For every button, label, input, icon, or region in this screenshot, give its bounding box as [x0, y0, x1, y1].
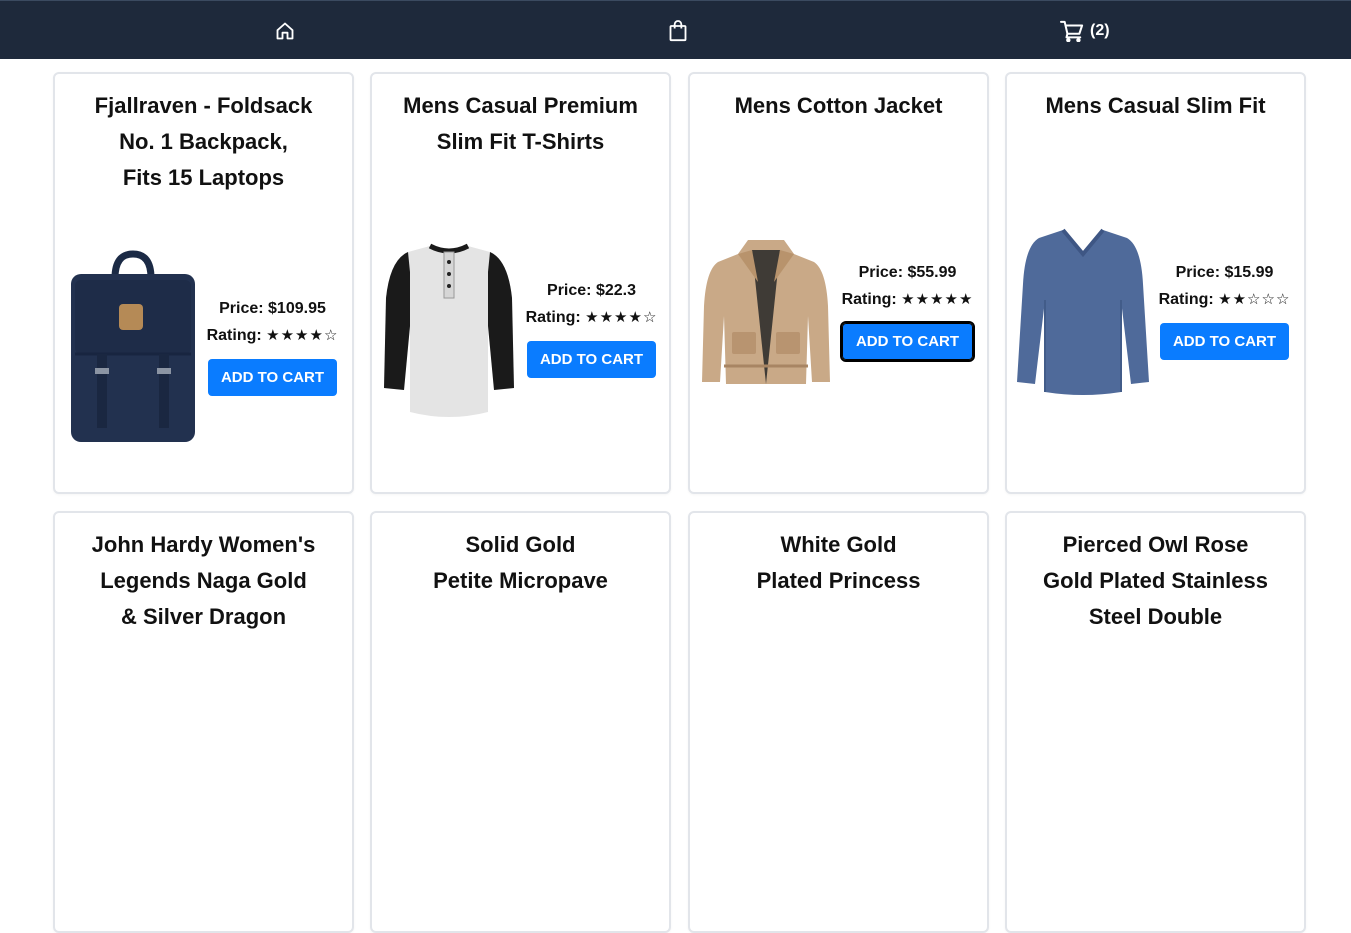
product-image	[1017, 228, 1149, 395]
product-info: Price: $55.99 Rating: ★★★★★ ADD TO CART	[839, 260, 976, 362]
product-title: Mens Cotton Jacket	[734, 93, 943, 118]
product-title: Pierced Owl Rose Gold Plated Stainless S…	[1043, 532, 1268, 629]
product-price: Price: $109.95	[219, 300, 326, 317]
product-card: Pierced Owl Rose Gold Plated Stainless S…	[1005, 511, 1306, 933]
product-title: Mens Casual Slim Fit	[1045, 93, 1266, 118]
product-title: Fjallraven - Foldsack No. 1 Backpack, Fi…	[94, 93, 313, 190]
product-image	[384, 243, 514, 417]
product-image	[71, 250, 195, 442]
cart-count-badge: (2)	[1090, 21, 1110, 39]
product-info: Price: $22.3 Rating: ★★★★☆ ADD TO CART	[524, 278, 659, 378]
rating-stars: ★★★★☆	[585, 308, 658, 326]
product-card: Fjallraven - Foldsack No. 1 Backpack, Fi…	[53, 72, 354, 494]
product-image	[702, 240, 830, 384]
rating-stars: ★★☆☆☆	[1218, 290, 1291, 308]
product-title: Solid Gold Petite Micropave	[433, 532, 608, 593]
home-icon	[276, 22, 294, 39]
product-title: White Gold Plated Princess	[756, 532, 921, 593]
shopping-bag-icon	[669, 19, 687, 41]
top-navigation-bar: (2)	[0, 0, 1351, 59]
rating-stars: ★★★★★	[901, 290, 974, 308]
product-rating: Rating: ★★☆☆☆	[1158, 290, 1291, 308]
add-to-cart-button[interactable]: ADD TO CART	[526, 341, 657, 378]
product-price: Price: $22.3	[547, 282, 636, 299]
product-card: White Gold Plated Princess	[688, 511, 989, 933]
product-title: Mens Casual Premium Slim Fit T-Shirts	[403, 93, 638, 154]
cart-icon	[1060, 20, 1084, 42]
product-price: Price: $15.99	[1175, 264, 1274, 281]
product-card: Mens Cotton Jacket Price: $55.99 Rating:…	[688, 72, 989, 494]
nav-home-link[interactable]	[275, 1, 295, 60]
nav-cart-link[interactable]: (2)	[1060, 1, 1110, 60]
product-price: Price: $55.99	[858, 264, 957, 281]
product-rating: Rating: ★★★★☆	[206, 326, 339, 344]
product-card: Mens Casual Slim Fit Price: $15.99 Ratin…	[1005, 72, 1306, 494]
add-to-cart-button[interactable]: ADD TO CART	[1159, 323, 1290, 360]
rating-stars: ★★★★☆	[266, 326, 339, 344]
add-to-cart-button[interactable]: ADD TO CART	[207, 359, 338, 396]
product-title: John Hardy Women's Legends Naga Gold & S…	[91, 532, 316, 629]
add-to-cart-button[interactable]: ADD TO CART	[839, 321, 976, 362]
product-info: Price: $15.99 Rating: ★★☆☆☆ ADD TO CART	[1157, 260, 1292, 360]
product-rating: Rating: ★★★★☆	[525, 308, 658, 326]
product-card: Mens Casual Premium Slim Fit T-Shirts Pr…	[370, 72, 671, 494]
product-card: Solid Gold Petite Micropave	[370, 511, 671, 933]
product-card: John Hardy Women's Legends Naga Gold & S…	[53, 511, 354, 933]
product-rating: Rating: ★★★★★	[841, 290, 974, 308]
nav-products-link[interactable]	[668, 1, 688, 60]
product-info: Price: $109.95 Rating: ★★★★☆ ADD TO CART	[205, 296, 340, 396]
